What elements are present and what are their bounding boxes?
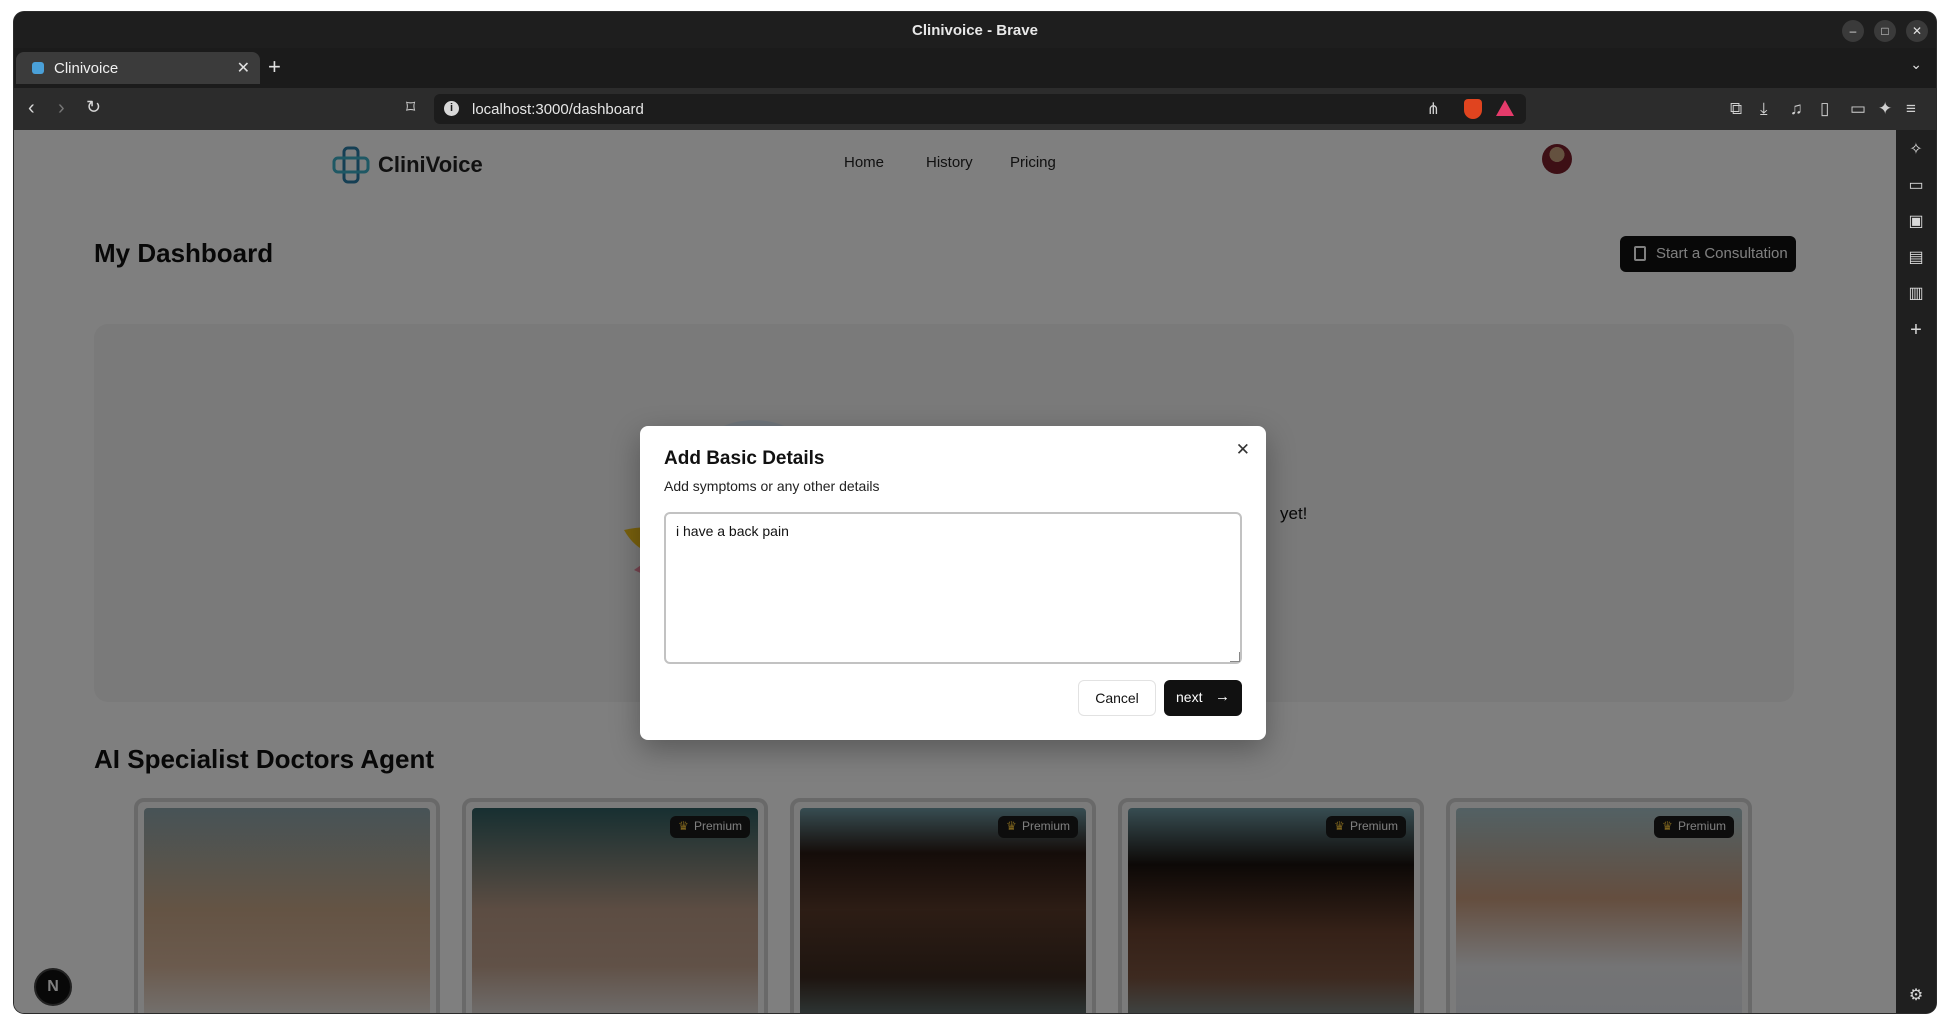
extensions-icon[interactable]: ⧉: [1730, 99, 1742, 119]
add-details-dialog: ✕ Add Basic Details Add symptoms or any …: [640, 426, 1266, 740]
tab-title: Clinivoice: [54, 60, 119, 77]
window-title: Clinivoice - Brave: [912, 22, 1038, 39]
browser-toolbar: ‹ › ↻ ⌑ i localhost:3000/dashboard ⋔ ⧉ ⤓…: [14, 88, 1936, 130]
favicon-icon: [32, 62, 44, 74]
tab-clinivoice[interactable]: Clinivoice ✕: [16, 52, 260, 84]
reading-list-icon[interactable]: ▥: [1906, 284, 1926, 304]
dialog-description: Add symptoms or any other details: [664, 478, 880, 494]
next-label: next: [1176, 689, 1203, 705]
reload-icon[interactable]: ↻: [86, 97, 101, 118]
brave-rewards-icon[interactable]: [1496, 100, 1514, 116]
arrow-right-icon: →: [1215, 688, 1230, 705]
browser-window: Clinivoice - Brave – □ ✕ Clinivoice ✕ + …: [14, 12, 1936, 1013]
leo-ai-icon[interactable]: ✦: [1878, 99, 1892, 119]
close-icon[interactable]: ✕: [1236, 440, 1250, 460]
add-sidebar-icon[interactable]: +: [1906, 320, 1926, 340]
browser-sidebar: ✧ ▭ ▣ ▤ ▥ + ⚙: [1896, 130, 1936, 1013]
new-tab-icon[interactable]: +: [268, 54, 281, 80]
tab-list-chevron-icon[interactable]: ⌄: [1910, 56, 1922, 73]
site-info-icon[interactable]: i: [444, 101, 459, 116]
wallet-icon[interactable]: ▭: [1850, 99, 1866, 119]
forward-icon[interactable]: ›: [58, 97, 65, 120]
share-icon[interactable]: ⋔: [1427, 99, 1440, 119]
symptoms-textarea[interactable]: i have a back pain: [664, 512, 1242, 664]
sidebar-toggle-icon[interactable]: ▯: [1820, 99, 1829, 119]
settings-gear-icon[interactable]: ⚙: [1906, 986, 1926, 1006]
bookmarks-sidebar-icon[interactable]: ▤: [1906, 248, 1926, 268]
close-window-icon[interactable]: ✕: [1906, 20, 1928, 42]
resize-handle-icon[interactable]: [1230, 652, 1240, 662]
next-button[interactable]: next →: [1164, 680, 1242, 716]
dialog-title: Add Basic Details: [664, 448, 825, 469]
back-icon[interactable]: ‹: [28, 97, 35, 120]
brave-shields-icon[interactable]: [1464, 99, 1482, 119]
tab-close-icon[interactable]: ✕: [237, 58, 250, 78]
talk-icon[interactable]: ▭: [1906, 176, 1926, 196]
url-text[interactable]: localhost:3000/dashboard: [472, 101, 644, 118]
wallet-sidebar-icon[interactable]: ▣: [1906, 212, 1926, 232]
bookmark-icon[interactable]: ⌑: [406, 97, 415, 118]
page-viewport: CliniVoice Home History Pricing My Dashb…: [14, 130, 1896, 1013]
cancel-button[interactable]: Cancel: [1078, 680, 1156, 716]
title-bar: Clinivoice - Brave – □ ✕: [14, 12, 1936, 48]
leo-sidebar-icon[interactable]: ✧: [1906, 140, 1926, 160]
tab-strip: Clinivoice ✕ + ⌄: [14, 48, 1936, 88]
download-icon[interactable]: ⤓: [1760, 99, 1768, 119]
address-bar[interactable]: i localhost:3000/dashboard ⋔: [434, 94, 1526, 124]
menu-icon[interactable]: ≡: [1906, 99, 1916, 119]
media-icon[interactable]: ♫: [1790, 99, 1803, 119]
maximize-icon[interactable]: □: [1874, 20, 1896, 42]
minimize-icon[interactable]: –: [1842, 20, 1864, 42]
